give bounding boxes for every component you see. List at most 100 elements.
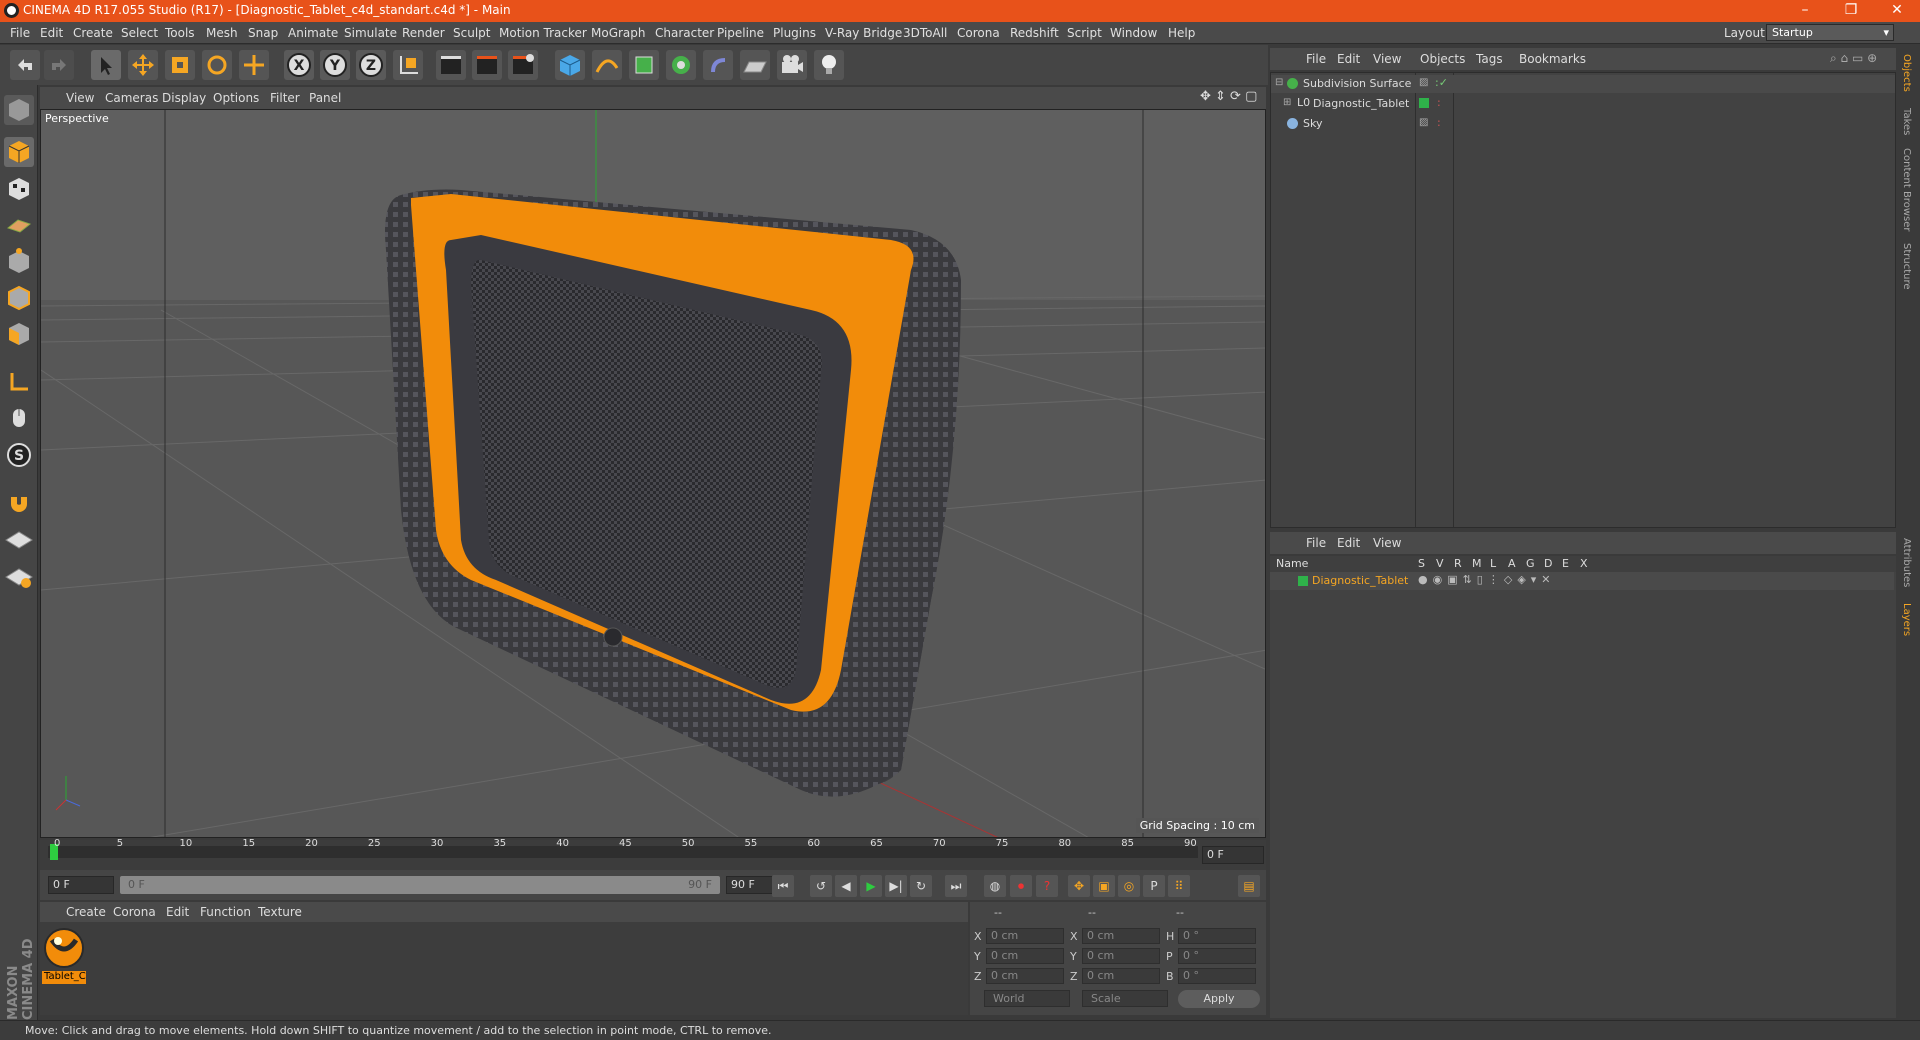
vp-menu-filter[interactable]: Filter: [270, 91, 300, 105]
move-tool-icon[interactable]: [128, 50, 158, 80]
om-menu-view[interactable]: View: [1373, 52, 1401, 66]
key-rotation-icon[interactable]: ◎: [1118, 875, 1140, 897]
menu-3dtoall[interactable]: 3DToAll: [903, 26, 947, 40]
range-slider[interactable]: 0 F 90 F: [120, 876, 720, 894]
key-position-icon[interactable]: ✥: [1068, 875, 1090, 897]
mat-menu-texture[interactable]: Texture: [258, 905, 302, 919]
deformer-icon[interactable]: [703, 50, 733, 80]
material-tile[interactable]: Tablet_C: [42, 928, 86, 984]
floor-icon[interactable]: [740, 50, 770, 80]
tab-takes[interactable]: Takes: [1901, 108, 1912, 135]
go-to-start-icon[interactable]: ⏮: [772, 875, 794, 897]
object-row[interactable]: ⊞ L0 Diagnostic_Tablet :: [1271, 95, 1895, 113]
menu-simulate[interactable]: Simulate: [344, 26, 397, 40]
menu-create[interactable]: Create: [73, 26, 113, 40]
apply-button[interactable]: Apply: [1178, 990, 1260, 1008]
object-name[interactable]: Subdivision Surface: [1303, 77, 1411, 90]
tab-structure[interactable]: Structure: [1901, 243, 1912, 290]
timeline-window-icon[interactable]: ▤: [1238, 875, 1260, 897]
visibility-dots-icon[interactable]: :: [1437, 96, 1441, 109]
menu-corona[interactable]: Corona: [957, 26, 1000, 40]
rot-p-field[interactable]: 0 °: [1178, 948, 1256, 964]
coord-system-select[interactable]: World: [984, 990, 1070, 1007]
scale-tool-icon[interactable]: [165, 50, 195, 80]
viewport-nav-icons[interactable]: ✥ ⇕ ⟳ ▢: [1200, 89, 1257, 104]
size-x-field[interactable]: 0 cm: [1082, 928, 1160, 944]
vp-menu-view[interactable]: View: [66, 91, 94, 105]
menu-mesh[interactable]: Mesh: [206, 26, 238, 40]
menu-window[interactable]: Window: [1110, 26, 1157, 40]
model-mode-icon[interactable]: [4, 137, 34, 167]
key-parameter-icon[interactable]: P: [1143, 875, 1165, 897]
snapping-icon[interactable]: S: [4, 440, 34, 470]
edges-mode-icon[interactable]: [4, 283, 34, 313]
timeline-ruler[interactable]: 0 5 10 15 20 25 30 35 40 45 50 55 60 65 70 75 80 85 90 0 F: [40, 838, 1266, 870]
size-z-field[interactable]: 0 cm: [1082, 968, 1160, 984]
menu-tools[interactable]: Tools: [165, 26, 195, 40]
autokey-icon[interactable]: ⏺: [1010, 875, 1032, 897]
next-frame-icon[interactable]: ▶|: [885, 875, 907, 897]
perspective-viewport[interactable]: Perspective Grid Spacing : 10 cm: [40, 109, 1266, 838]
visibility-dots-icon[interactable]: :: [1437, 116, 1441, 129]
live-select-icon[interactable]: [239, 50, 269, 80]
tab-layers[interactable]: Layers: [1901, 603, 1912, 636]
menu-select[interactable]: Select: [121, 26, 158, 40]
om-menu-tags[interactable]: Tags: [1476, 52, 1503, 66]
coordinate-system-icon[interactable]: [393, 50, 423, 80]
mat-menu-function[interactable]: Function: [200, 905, 251, 919]
enabled-check-icon[interactable]: :✓: [1435, 76, 1448, 89]
light-icon[interactable]: [814, 50, 844, 80]
next-key-icon[interactable]: ↻: [910, 875, 932, 897]
texture-mode-icon[interactable]: [4, 174, 34, 204]
spline-pen-icon[interactable]: [592, 50, 622, 80]
render-picture-viewer-icon[interactable]: [472, 50, 502, 80]
go-to-end-icon[interactable]: ⏭: [945, 875, 967, 897]
subdivision-surface-icon[interactable]: [629, 50, 659, 80]
magnet-icon[interactable]: [4, 487, 34, 517]
tab-content-browser[interactable]: Content Browser: [1901, 148, 1912, 231]
points-mode-icon[interactable]: [4, 247, 34, 277]
vp-menu-display[interactable]: Display: [162, 91, 206, 105]
menu-snap[interactable]: Snap: [248, 26, 278, 40]
menu-script[interactable]: Script: [1067, 26, 1102, 40]
menu-character[interactable]: Character: [655, 26, 714, 40]
previous-frame-icon[interactable]: ◀: [835, 875, 857, 897]
cube-primitive-icon[interactable]: [555, 50, 585, 80]
mat-menu-corona[interactable]: Corona: [113, 905, 156, 919]
mat-menu-create[interactable]: Create: [66, 905, 106, 919]
collapse-icon[interactable]: ⊟: [1275, 77, 1283, 88]
minimize-button[interactable]: –: [1782, 0, 1828, 22]
menu-help[interactable]: Help: [1168, 26, 1195, 40]
menu-mograph[interactable]: MoGraph: [591, 26, 646, 40]
key-pla-icon[interactable]: ⠿: [1168, 875, 1190, 897]
object-row[interactable]: ⊟ Subdivision Surface ▨ :✓: [1271, 75, 1895, 93]
axis-mode-icon[interactable]: [4, 367, 34, 397]
om-toolbar-icons[interactable]: ⌕ ⌂ ▭ ⊕: [1830, 51, 1877, 66]
object-row[interactable]: Sky ▨ :: [1271, 115, 1895, 133]
menu-edit[interactable]: Edit: [40, 26, 63, 40]
om-menu-bookmarks[interactable]: Bookmarks: [1519, 52, 1586, 66]
object-name[interactable]: Diagnostic_Tablet: [1313, 97, 1409, 110]
edit-visibility-icon[interactable]: ▨: [1419, 117, 1428, 128]
lm-menu-view[interactable]: View: [1373, 536, 1401, 550]
tab-objects[interactable]: Objects: [1901, 54, 1912, 92]
start-frame-field[interactable]: 0 F: [48, 876, 114, 894]
layer-row[interactable]: Diagnostic_Tablet ●◉▣⇅▯⋮◇◈▾✕: [1270, 572, 1894, 590]
vp-menu-cameras[interactable]: Cameras: [105, 91, 158, 105]
size-y-field[interactable]: 0 cm: [1082, 948, 1160, 964]
key-scale-icon[interactable]: ▣: [1093, 875, 1115, 897]
menu-sculpt[interactable]: Sculpt: [453, 26, 490, 40]
menu-pipeline[interactable]: Pipeline: [717, 26, 764, 40]
edit-visibility-icon[interactable]: ▨: [1419, 77, 1428, 88]
pos-z-field[interactable]: 0 cm: [986, 968, 1064, 984]
vp-menu-panel[interactable]: Panel: [309, 91, 341, 105]
menu-file[interactable]: File: [10, 26, 30, 40]
pos-y-field[interactable]: 0 cm: [986, 948, 1064, 964]
undo-icon[interactable]: [10, 50, 40, 80]
render-settings-icon[interactable]: [508, 50, 538, 80]
expand-icon[interactable]: ⊞: [1283, 97, 1291, 108]
layer-name[interactable]: Diagnostic_Tablet: [1312, 574, 1408, 587]
previous-key-icon[interactable]: ↺: [810, 875, 832, 897]
lm-menu-file[interactable]: File: [1306, 536, 1326, 550]
menu-vray-bridge[interactable]: V-Ray Bridge: [825, 26, 902, 40]
